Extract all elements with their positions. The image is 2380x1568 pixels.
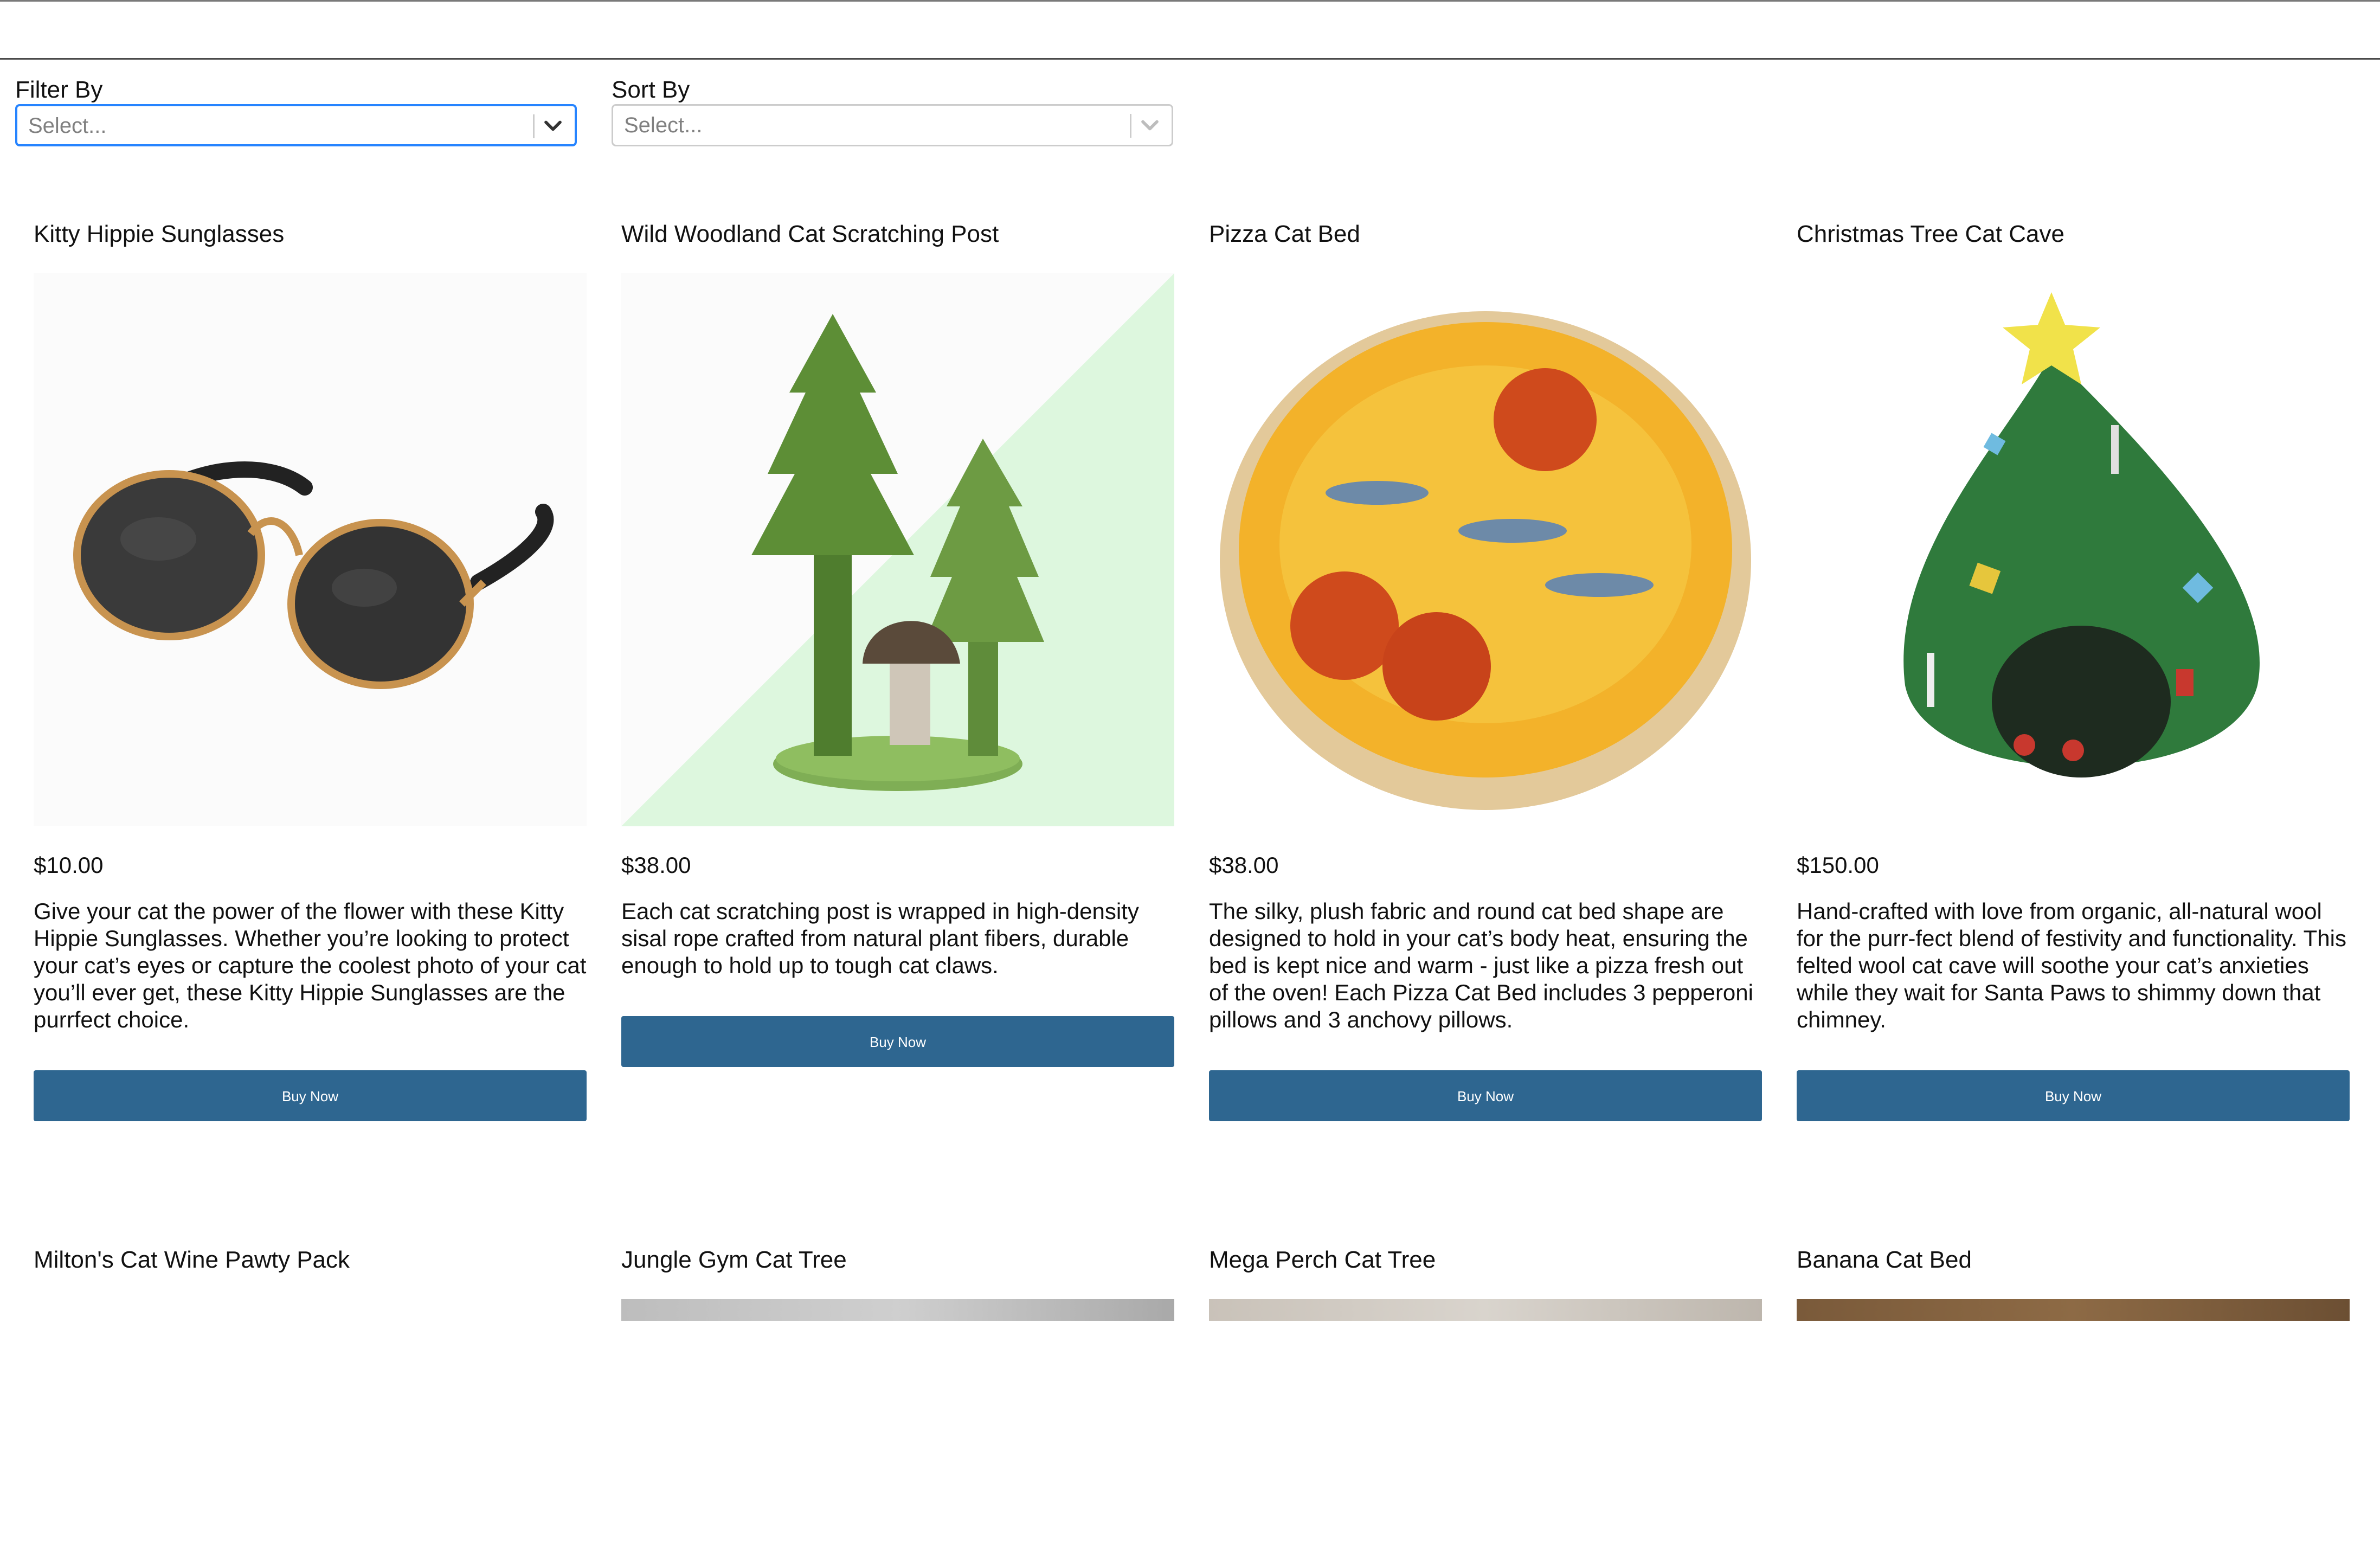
chevron-down-icon[interactable] — [1136, 111, 1164, 139]
product-description: Each cat scratching post is wrapped in h… — [621, 898, 1139, 978]
scratching-post-image — [621, 273, 1174, 826]
filter-by-separator — [533, 114, 535, 138]
sunglasses-image — [34, 273, 587, 826]
sort-by-placeholder: Select... — [624, 113, 703, 137]
buy-now-button[interactable]: Buy Now — [1797, 1070, 2350, 1121]
product-image[interactable] — [34, 1299, 587, 1321]
filter-by-select[interactable]: Select... — [15, 104, 577, 146]
pizza-bed-image — [1209, 273, 1762, 826]
product-image[interactable] — [1797, 1299, 2350, 1321]
product-image[interactable] — [1209, 273, 1762, 826]
product-description: The silky, plush fabric and round cat be… — [1209, 898, 1753, 1032]
product-title[interactable]: Christmas Tree Cat Cave — [1797, 217, 2350, 252]
product-card: Banana Cat Bed — [1797, 1243, 2350, 1568]
sort-by-select[interactable]: Select... — [612, 104, 1173, 146]
chevron-down-icon[interactable] — [539, 112, 567, 140]
buy-now-button[interactable]: Buy Now — [1209, 1070, 1762, 1121]
filter-by-label: Filter By — [15, 76, 103, 103]
product-description: Hand-crafted with love from organic, all… — [1797, 898, 2346, 1032]
product-image[interactable] — [621, 273, 1174, 826]
product-price: $38.00 — [621, 852, 691, 878]
product-grid: Kitty Hippie Sunglasses $10.00 Give your… — [34, 217, 2352, 1568]
product-description: Give your cat the power of the flower wi… — [34, 898, 587, 1032]
filter-by-placeholder: Select... — [28, 114, 107, 138]
product-title[interactable]: Wild Woodland Cat Scratching Post — [621, 217, 1174, 252]
product-title[interactable]: Pizza Cat Bed — [1209, 217, 1762, 252]
product-price: $150.00 — [1797, 852, 1879, 878]
product-price: $38.00 — [1209, 852, 1279, 878]
product-card: Wild Woodland Cat Scratching Post $38.00… — [621, 217, 1174, 1243]
buy-now-button[interactable]: Buy Now — [621, 1016, 1174, 1067]
product-price: $10.00 — [34, 852, 104, 878]
buy-now-button[interactable]: Buy Now — [34, 1070, 587, 1121]
product-title[interactable]: Jungle Gym Cat Tree — [621, 1243, 1174, 1277]
top-header-bar — [0, 2, 2380, 60]
product-card: Milton's Cat Wine Pawty Pack — [34, 1243, 587, 1568]
product-card: Kitty Hippie Sunglasses $10.00 Give your… — [34, 217, 587, 1243]
product-card: Mega Perch Cat Tree — [1209, 1243, 1762, 1568]
product-image[interactable] — [34, 273, 587, 826]
product-card: Pizza Cat Bed $38.00 The silky, plush fa… — [1209, 217, 1762, 1243]
product-image[interactable] — [1797, 273, 2350, 826]
product-title[interactable]: Kitty Hippie Sunglasses — [34, 217, 587, 252]
product-title[interactable]: Milton's Cat Wine Pawty Pack — [34, 1243, 587, 1277]
product-image[interactable] — [621, 1299, 1174, 1321]
sort-by-label: Sort By — [612, 76, 690, 103]
product-title[interactable]: Banana Cat Bed — [1797, 1243, 2350, 1277]
product-card: Christmas Tree Cat Cave $150.00 Hand-cra… — [1797, 217, 2350, 1243]
christmas-tree-cave-image — [1797, 273, 2350, 826]
product-card: Jungle Gym Cat Tree — [621, 1243, 1174, 1568]
sort-by-group: Sort By Select... — [612, 76, 1173, 146]
sort-by-separator — [1130, 114, 1131, 138]
product-image[interactable] — [1209, 1299, 1762, 1321]
filter-by-group: Filter By Select... — [15, 76, 577, 146]
product-title[interactable]: Mega Perch Cat Tree — [1209, 1243, 1762, 1277]
